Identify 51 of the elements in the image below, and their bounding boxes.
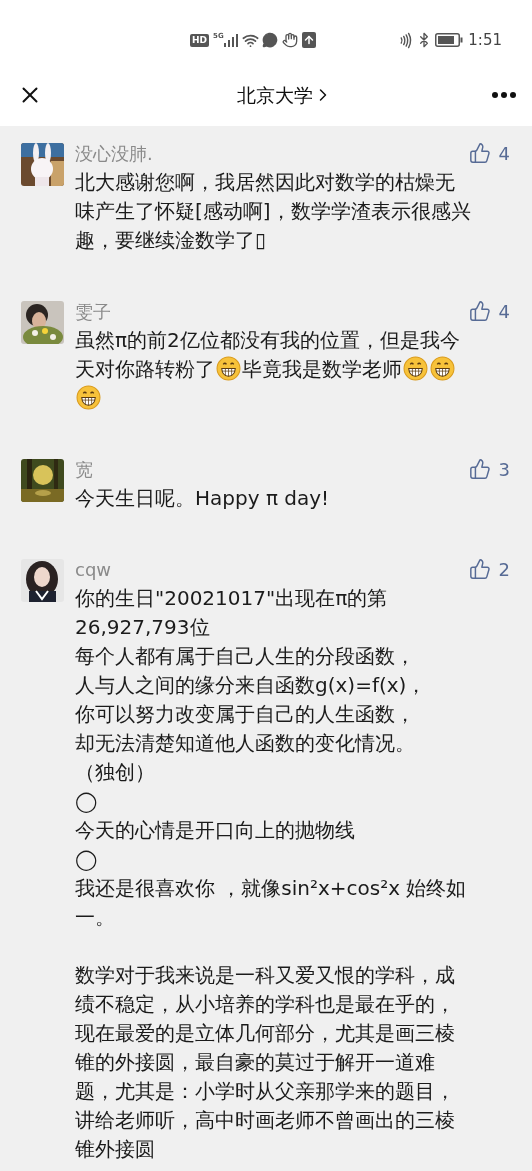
- like-button[interactable]: 3: [468, 455, 510, 483]
- comment-text: 趣，要继续淦数学了▯: [75, 228, 266, 252]
- comment-text: 讲给老师听，高中时画老师不曾画出的三棱: [75, 1108, 455, 1132]
- commenter-name: 宽: [75, 457, 93, 482]
- comment-text: 今天的心情是开口向上的抛物线: [75, 818, 355, 842]
- commenter-name: 没心没肺.: [75, 141, 153, 166]
- comment-text: 现在最爱的是立体几何部分，尤其是画三棱: [75, 1021, 455, 1045]
- grinning-face-icon: [403, 356, 428, 381]
- comment-text: ◯: [75, 847, 98, 871]
- commenter-name: 雯子: [75, 299, 111, 324]
- comment-text: 味产生了怀疑[感动啊]，数学学渣表示很感兴: [75, 199, 471, 223]
- title-link[interactable]: 北京大学: [237, 80, 333, 110]
- comment-text: 今天生日呢。Happy π day!: [75, 486, 330, 510]
- like-button[interactable]: 4: [468, 297, 510, 325]
- comment-text: 一。: [75, 905, 115, 929]
- comment-text: 人与人之间的缘分来自函数g(x)=f(x)，: [75, 673, 427, 697]
- hand-icon: [281, 32, 298, 48]
- comment-text: 虽然π的前2亿位都没有我的位置，但是我今: [75, 328, 460, 352]
- comment-text: 26,927,793位: [75, 615, 210, 639]
- more-button[interactable]: [492, 92, 516, 98]
- clock-time: 1:51: [468, 29, 502, 51]
- grinning-face-icon: [216, 356, 241, 381]
- thumbs-up-icon: [468, 558, 491, 580]
- comment-text: 毕竟我是数学老师: [242, 357, 402, 381]
- comment-text: 绩不稳定，从小培养的学科也是最在乎的，: [75, 992, 455, 1016]
- like-button[interactable]: 4: [468, 139, 510, 167]
- like-button[interactable]: 2: [468, 555, 510, 583]
- hd-badge: HD: [190, 33, 209, 47]
- comment-text: 你可以努力改变属于自己的人生函数，: [75, 702, 415, 726]
- grinning-face-icon: [76, 385, 101, 410]
- comment-text: （独创）: [75, 760, 155, 784]
- more-icon: [492, 92, 516, 98]
- signal-icon: [223, 33, 238, 47]
- comment-text: 北大感谢您啊，我居然因此对数学的枯燥无: [75, 170, 455, 194]
- comment-text: 却无法清楚知道他人函数的变化情况。: [75, 731, 415, 755]
- thumbs-up-icon: [468, 300, 491, 322]
- comment-text: 天对你路转粉了: [75, 357, 215, 381]
- battery-icon: [435, 33, 464, 47]
- commenter-name: cqw: [75, 557, 112, 582]
- comment-text: 我还是很喜欢你 ，就像sin²x+cos²x 始终如: [75, 876, 467, 900]
- comment-text: 锥外接圆: [75, 1137, 155, 1161]
- comment-text: 数学对于我来说是一科又爱又恨的学科，成: [75, 963, 455, 987]
- comment-text: 锥的外接圆，最自豪的莫过于解开一道难: [75, 1050, 435, 1074]
- grinning-face-icon: [430, 356, 455, 381]
- comment-text: ◯: [75, 789, 98, 813]
- chat-bubble-icon: [261, 32, 278, 48]
- thumbs-up-icon: [468, 458, 491, 480]
- comment-text: 题，尤其是：小学时从父亲那学来的题目，: [75, 1079, 455, 1103]
- thumbs-up-icon: [468, 142, 491, 164]
- comment-text: 每个人都有属于自己人生的分段函数，: [75, 644, 415, 668]
- comment-text: 你的生日"20021017"出现在π的第: [75, 586, 388, 610]
